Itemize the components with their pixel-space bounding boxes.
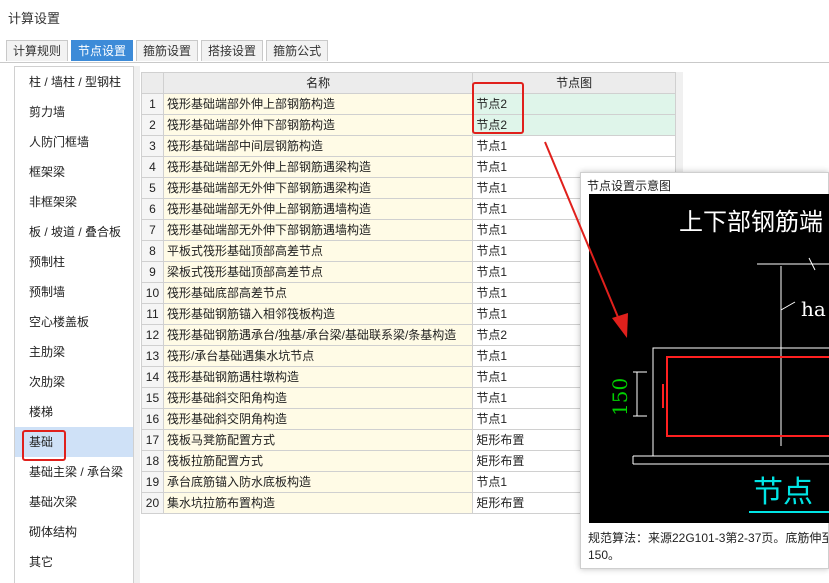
row-name: 筏形基础斜交阳角构造 xyxy=(163,388,474,409)
row-number: 8 xyxy=(142,241,164,262)
node-diagram-preview: 节点设置示意图 上下部钢筋端 ha 150 节点 规范算法：来源22G101-3… xyxy=(580,172,829,569)
highlight-box-foundation xyxy=(22,430,66,461)
row-number: 5 xyxy=(142,178,164,199)
tab-bar: 计算规则 节点设置 箍筋设置 搭接设置 箍筋公式 xyxy=(6,40,331,62)
sidebar-item-non-frame-beam[interactable]: 非框架梁 xyxy=(15,187,133,217)
sidebar-item-foundation-main-beam[interactable]: 基础主梁 / 承台梁 xyxy=(15,457,133,487)
preview-note-line-2: 150。 xyxy=(588,548,621,562)
row-name: 筏形基础端部无外伸上部钢筋遇墙构造 xyxy=(163,199,474,220)
sidebar-item-precast-column[interactable]: 预制柱 xyxy=(15,247,133,277)
diagram-caption: 节点 xyxy=(753,475,813,510)
row-number: 9 xyxy=(142,262,164,283)
row-node-value[interactable]: 节点1 xyxy=(473,136,676,157)
preview-title: 节点设置示意图 xyxy=(587,179,672,193)
row-name: 筏形基础端部无外伸上部钢筋遇梁构造 xyxy=(163,157,474,178)
row-name: 筏形基础端部无外伸下部钢筋遇墙构造 xyxy=(163,220,474,241)
row-name: 筏形/承台基础遇集水坑节点 xyxy=(163,346,474,367)
node-diagram-canvas: 上下部钢筋端 ha 150 节点 xyxy=(589,194,829,523)
sidebar-item-foundation-secondary-beam[interactable]: 基础次梁 xyxy=(15,487,133,517)
sidebar-item-other[interactable]: 其它 xyxy=(15,547,133,577)
row-number: 20 xyxy=(142,493,164,514)
tab-node-settings[interactable]: 节点设置 xyxy=(71,40,134,61)
table-header-row: 名称 节点图 xyxy=(142,73,676,94)
table-row[interactable]: 3 筏形基础端部中间层钢筋构造 节点1 xyxy=(142,136,676,157)
sidebar-item-shear-wall[interactable]: 剪力墙 xyxy=(15,97,133,127)
rebar-outline xyxy=(666,356,829,437)
row-number: 11 xyxy=(142,304,164,325)
row-name: 梁板式筏形基础顶部高差节点 xyxy=(163,262,474,283)
row-name: 筏形基础端部外伸下部钢筋构造 xyxy=(163,115,474,136)
tab-divider xyxy=(0,62,829,63)
row-number: 15 xyxy=(142,388,164,409)
sidebar-scrollbar[interactable] xyxy=(134,66,140,583)
header-index-cell xyxy=(142,73,164,94)
tab-stirrup-settings[interactable]: 箍筋设置 xyxy=(136,40,199,61)
table-row[interactable]: 2 筏形基础端部外伸下部钢筋构造 节点2 xyxy=(142,115,676,136)
row-name: 筏形基础斜交阴角构造 xyxy=(163,409,474,430)
row-name: 筏板拉筋配置方式 xyxy=(163,451,474,472)
row-name: 筏形基础端部无外伸下部钢筋遇梁构造 xyxy=(163,178,474,199)
row-name: 筏形基础钢筋遇柱墩构造 xyxy=(163,367,474,388)
row-name: 集水坑拉筋布置构造 xyxy=(163,493,474,514)
row-name: 筏形基础端部外伸上部钢筋构造 xyxy=(163,94,474,115)
row-number: 6 xyxy=(142,199,164,220)
row-name: 筏形基础钢筋遇承台/独基/承台梁/基础联系梁/条基构造 xyxy=(163,325,474,346)
sidebar-item-civil-defense-door-wall[interactable]: 人防门框墙 xyxy=(15,127,133,157)
tab-stirrup-formula[interactable]: 箍筋公式 xyxy=(266,40,329,61)
window-title: 计算设置 xyxy=(8,11,61,26)
row-number: 16 xyxy=(142,409,164,430)
foundation-outline xyxy=(652,347,829,457)
row-number: 13 xyxy=(142,346,164,367)
row-number: 4 xyxy=(142,157,164,178)
row-name: 承台底筋锚入防水底板构造 xyxy=(163,472,474,493)
sidebar-item-stair[interactable]: 楼梯 xyxy=(15,397,133,427)
sidebar-item-precast-wall[interactable]: 预制墙 xyxy=(15,277,133,307)
sidebar-item-masonry[interactable]: 砌体结构 xyxy=(15,517,133,547)
row-name: 筏板马凳筋配置方式 xyxy=(163,430,474,451)
tab-calc-rules[interactable]: 计算规则 xyxy=(6,40,69,61)
preview-note: 规范算法：来源22G101-3第2-37页。底筋伸至 150。 xyxy=(588,530,828,564)
ha-leader-line xyxy=(780,301,796,311)
sidebar-item-column[interactable]: 柱 / 墙柱 / 型钢柱 xyxy=(15,67,133,97)
row-number: 2 xyxy=(142,115,164,136)
row-name: 筏形基础端部中间层钢筋构造 xyxy=(163,136,474,157)
row-number: 19 xyxy=(142,472,164,493)
sidebar-item-main-rib-beam[interactable]: 主肋梁 xyxy=(15,337,133,367)
sidebar-item-slab[interactable]: 板 / 坡道 / 叠合板 xyxy=(15,217,133,247)
row-number: 3 xyxy=(142,136,164,157)
preview-note-line-1: 规范算法：来源22G101-3第2-37页。底筋伸至 xyxy=(588,531,828,545)
component-sidebar: 柱 / 墙柱 / 型钢柱 剪力墙 人防门框墙 框架梁 非框架梁 板 / 坡道 /… xyxy=(14,66,134,583)
row-number: 12 xyxy=(142,325,164,346)
sidebar-item-hollow-floor-slab[interactable]: 空心楼盖板 xyxy=(15,307,133,337)
row-number: 7 xyxy=(142,220,164,241)
sidebar-item-frame-beam[interactable]: 框架梁 xyxy=(15,157,133,187)
row-number: 14 xyxy=(142,367,164,388)
row-number: 17 xyxy=(142,430,164,451)
table-row[interactable]: 1 筏形基础端部外伸上部钢筋构造 节点2 xyxy=(142,94,676,115)
dim-label-ha: ha xyxy=(801,297,826,321)
row-name: 平板式筏形基础顶部高差节点 xyxy=(163,241,474,262)
row-name: 筏形基础钢筋锚入相邻筏板构造 xyxy=(163,304,474,325)
dim-value-150: 150 xyxy=(608,378,632,416)
tab-lap-settings[interactable]: 搭接设置 xyxy=(201,40,264,61)
row-name: 筏形基础底部高差节点 xyxy=(163,283,474,304)
header-name: 名称 xyxy=(163,73,474,94)
highlight-box-node-values xyxy=(472,82,524,134)
sidebar-item-secondary-rib-beam[interactable]: 次肋梁 xyxy=(15,367,133,397)
row-number: 10 xyxy=(142,283,164,304)
row-number: 1 xyxy=(142,94,164,115)
diagram-heading: 上下部钢筋端 xyxy=(679,208,823,236)
row-number: 18 xyxy=(142,451,164,472)
